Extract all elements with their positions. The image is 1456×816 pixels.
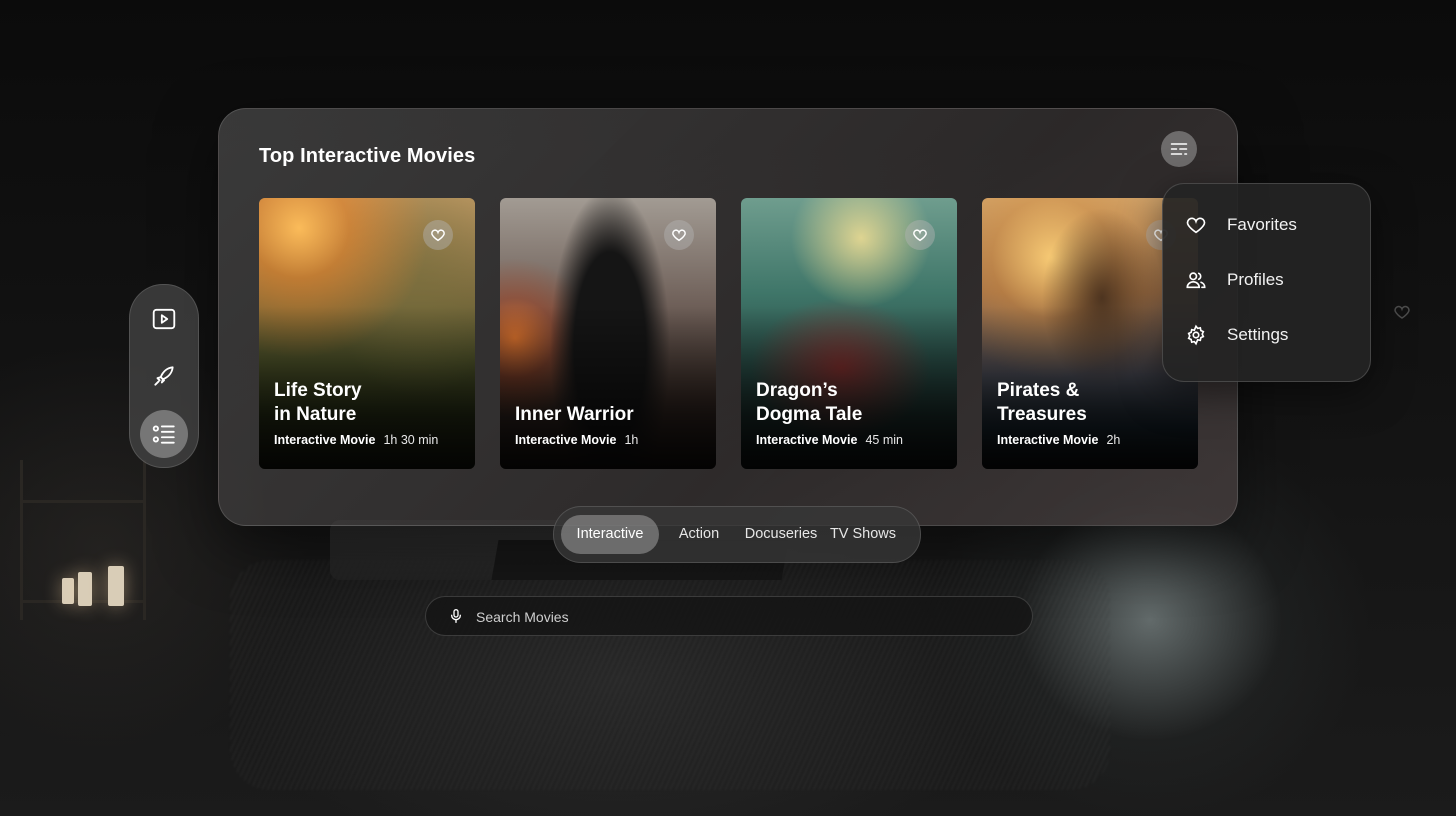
movie-duration: 1h bbox=[624, 433, 639, 447]
movies-panel: Top Interactive Movies Life Story in Natu… bbox=[218, 108, 1238, 526]
favorite-button[interactable] bbox=[423, 220, 453, 250]
movie-genre: Interactive Movie bbox=[274, 433, 376, 447]
panel-title: Top Interactive Movies bbox=[259, 145, 476, 167]
options-menu: Favorites Profiles Settings bbox=[1162, 183, 1371, 382]
movie-title: Pirates & Treasures bbox=[997, 380, 1087, 425]
movie-card[interactable]: Dragon’s Dogma Tale Interactive Movie 45 m… bbox=[741, 198, 957, 469]
movie-card-row: Life Story in Nature Interactive Movie 1h … bbox=[259, 198, 1198, 469]
menu-item-label: Settings bbox=[1227, 325, 1289, 344]
microphone-icon[interactable] bbox=[448, 607, 464, 625]
tab-action[interactable]: Action bbox=[668, 515, 730, 554]
background-candle bbox=[78, 572, 92, 606]
movie-title: Inner Warrior bbox=[515, 404, 634, 425]
heart-icon bbox=[672, 229, 686, 242]
movie-duration: 2h bbox=[1106, 433, 1121, 447]
users-icon bbox=[1186, 272, 1206, 289]
tab-tv-shows[interactable]: TV Shows bbox=[828, 515, 898, 554]
heart-icon bbox=[1394, 305, 1410, 319]
sliders-icon bbox=[1170, 143, 1188, 155]
gear-icon bbox=[1187, 324, 1205, 346]
movie-title: Dragon’s Dogma Tale bbox=[756, 380, 863, 425]
movie-meta: Interactive Movie 45 min bbox=[756, 433, 903, 447]
movie-meta: Interactive Movie 1h 30 min bbox=[274, 433, 438, 447]
movie-meta: Interactive Movie 2h bbox=[997, 433, 1120, 447]
movie-title: Life Story in Nature bbox=[274, 380, 362, 425]
menu-item-profiles[interactable]: Profiles bbox=[1185, 265, 1284, 295]
menu-item-favorites[interactable]: Favorites bbox=[1185, 210, 1297, 240]
movie-genre: Interactive Movie bbox=[997, 433, 1099, 447]
list-icon bbox=[152, 425, 175, 444]
movie-duration: 1h 30 min bbox=[383, 433, 439, 447]
filter-button[interactable] bbox=[1161, 131, 1197, 167]
movie-genre: Interactive Movie bbox=[756, 433, 858, 447]
nav-list-button[interactable] bbox=[140, 410, 188, 458]
heart-icon bbox=[1186, 217, 1206, 234]
search-bar bbox=[425, 596, 1033, 637]
menu-item-label: Favorites bbox=[1227, 215, 1297, 234]
movie-meta: Interactive Movie 1h bbox=[515, 433, 638, 447]
play-icon bbox=[152, 308, 176, 330]
search-input[interactable] bbox=[474, 597, 978, 637]
movie-duration: 45 min bbox=[865, 433, 903, 447]
movie-card[interactable]: Life Story in Nature Interactive Movie 1h … bbox=[259, 198, 475, 469]
menu-item-settings[interactable]: Settings bbox=[1185, 320, 1288, 350]
heart-icon bbox=[431, 229, 445, 242]
category-tabs: Interactive Action Docuseries TV Shows bbox=[553, 506, 921, 563]
favorite-button[interactable] bbox=[664, 220, 694, 250]
nav-play-button[interactable] bbox=[140, 295, 188, 343]
heart-icon bbox=[913, 229, 927, 242]
favorite-button[interactable] bbox=[905, 220, 935, 250]
background-rug bbox=[230, 560, 1110, 790]
background-candle bbox=[62, 578, 74, 604]
menu-item-label: Profiles bbox=[1227, 270, 1284, 289]
side-navigation bbox=[129, 284, 199, 468]
movie-genre: Interactive Movie bbox=[515, 433, 617, 447]
nav-rocket-button[interactable] bbox=[140, 352, 188, 400]
tab-interactive[interactable]: Interactive bbox=[561, 515, 659, 554]
movie-card[interactable]: Inner Warrior Interactive Movie 1h bbox=[500, 198, 716, 469]
rocket-icon bbox=[154, 366, 174, 386]
tab-docuseries[interactable]: Docuseries bbox=[740, 515, 822, 554]
background-candle bbox=[108, 566, 124, 606]
